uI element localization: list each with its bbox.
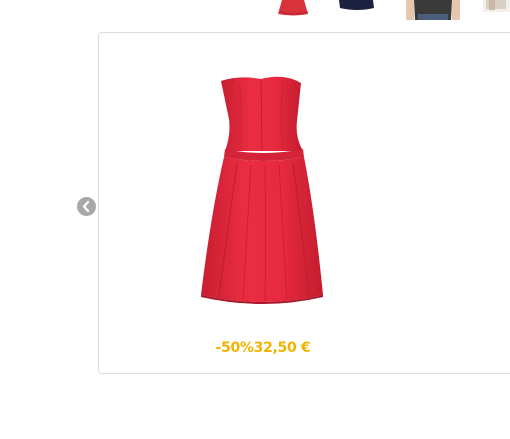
product-carousel-page: -50%32,50 € [0,0,510,439]
price-label: 32,50 € [253,340,311,356]
red-dress-thumbnail[interactable] [274,0,314,16]
grey-top-thumbnail[interactable] [404,0,462,20]
discount-label: -50% [215,340,254,356]
product-image[interactable] [199,73,329,305]
product-card[interactable]: -50%32,50 € [98,32,510,374]
price-line: -50%32,50 € [99,340,427,356]
beige-item-thumbnail[interactable] [483,0,510,12]
navy-dress-thumbnail[interactable] [337,0,377,13]
chevron-left-icon[interactable] [77,197,96,216]
